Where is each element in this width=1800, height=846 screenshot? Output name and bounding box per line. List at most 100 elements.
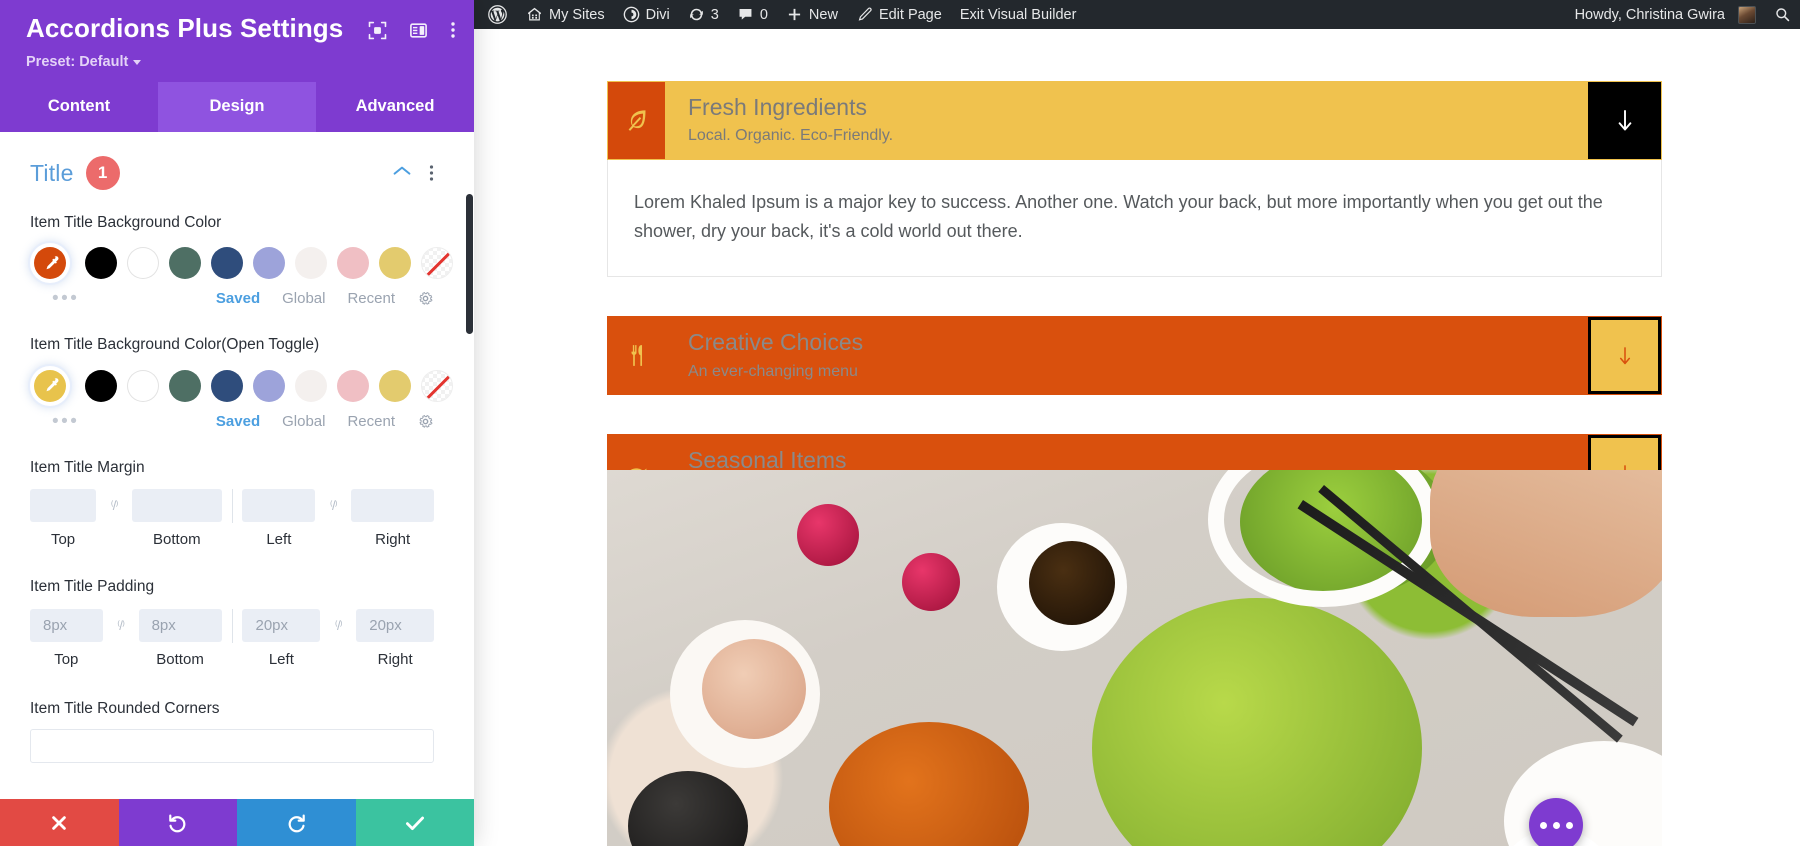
margin-left-input[interactable]: [242, 489, 316, 523]
more-options-icon[interactable]: •••: [52, 412, 79, 431]
color-swatch-none[interactable]: [421, 369, 453, 402]
adminbar-label-updates: 3: [710, 6, 719, 23]
kebab-menu-icon[interactable]: [429, 164, 434, 182]
tab-content[interactable]: Content: [0, 82, 158, 132]
padding-bottom-input[interactable]: 8px: [138, 608, 222, 642]
chevron-up-icon[interactable]: [393, 164, 411, 182]
visual-builder-canvas: Fresh Ingredients Local. Organic. Eco-Fr…: [474, 29, 1800, 846]
padding-vertical-group: 8px Top ⁽/⁾ 8px Bottom: [30, 608, 222, 668]
margin-right-input[interactable]: [351, 489, 435, 523]
adminbar-item-comments[interactable]: 0: [728, 0, 777, 29]
adminbar-item-new[interactable]: New: [777, 0, 847, 29]
color-swatch-navy[interactable]: [211, 247, 243, 280]
adminbar-item-updates[interactable]: 3: [679, 0, 728, 29]
accordion-title-creative-choices[interactable]: Creative Choices An ever-changing menu: [607, 316, 1662, 396]
section-header-title[interactable]: Title 1: [30, 156, 434, 190]
focus-frame-icon[interactable]: [368, 21, 387, 45]
tab-saved-colors[interactable]: Saved: [216, 290, 260, 307]
color-swatch-navy[interactable]: [211, 369, 243, 402]
page-title: Accordions Plus Settings: [26, 13, 344, 43]
padding-top-caption: Top: [54, 650, 79, 668]
color-swatch-offwhite[interactable]: [295, 369, 327, 402]
selected-color-swatch[interactable]: [34, 247, 66, 280]
padding-right-caption: Right: [377, 650, 413, 668]
color-swatch-none[interactable]: [421, 247, 453, 280]
color-swatch-pink[interactable]: [337, 247, 369, 280]
discard-button[interactable]: [0, 799, 119, 846]
sites-icon: [526, 6, 543, 23]
check-icon: [405, 816, 424, 830]
adminbar-item-my-sites[interactable]: My Sites: [517, 0, 614, 29]
selected-color-swatch[interactable]: [34, 369, 66, 402]
color-swatch-pink[interactable]: [337, 369, 369, 402]
spacing-group-margin: Top ⁽/⁾ Bottom Left ⁽/⁾ Right: [30, 489, 435, 549]
preset-selector[interactable]: Preset: Default: [26, 54, 456, 70]
ellipsis-dot: [1552, 821, 1560, 829]
pencil-icon: [856, 6, 873, 23]
accordion-toggle-creative-choices[interactable]: [1588, 317, 1661, 395]
color-swatch-gold[interactable]: [379, 247, 411, 280]
padding-top-input[interactable]: 8px: [30, 608, 103, 642]
leaf-icon: [608, 82, 665, 159]
adminbar-item-search[interactable]: [1765, 0, 1800, 29]
link-sync-icon[interactable]: ⁽/⁾: [320, 609, 356, 634]
padding-left-input[interactable]: 20px: [242, 608, 321, 642]
tab-recent-colors[interactable]: Recent: [347, 290, 395, 307]
comment-icon: [737, 6, 754, 23]
color-swatch-green[interactable]: [169, 369, 201, 402]
color-swatch-white[interactable]: [127, 247, 159, 280]
color-swatch-green[interactable]: [169, 247, 201, 280]
accordion-toggle-fresh-ingredients[interactable]: [1588, 82, 1661, 159]
margin-top-input[interactable]: [30, 489, 97, 523]
redo-icon: [288, 814, 306, 832]
panel-scrollbar-thumb[interactable]: [466, 194, 473, 334]
plus-icon: [786, 6, 803, 23]
color-swatch-black[interactable]: [85, 247, 117, 280]
save-button[interactable]: [355, 799, 474, 846]
panel-footer-actions: [0, 799, 474, 846]
hand: [1429, 470, 1662, 618]
search-icon: [1774, 6, 1791, 23]
color-swatch-gold[interactable]: [379, 369, 411, 402]
panel-header-icons: [368, 14, 456, 45]
spacing-divider: [231, 608, 233, 643]
adminbar-item-edit-page[interactable]: Edit Page: [847, 0, 951, 29]
more-options-icon[interactable]: •••: [52, 289, 79, 308]
padding-right-input[interactable]: 20px: [356, 608, 435, 642]
undo-button[interactable]: [118, 799, 237, 846]
color-swatch-periwinkle[interactable]: [253, 247, 285, 280]
visual-builder-fab[interactable]: [1529, 798, 1583, 846]
wp-admin-bar: My Sites Divi 3 0 New Edit Page Exit Vis…: [474, 0, 1800, 29]
redo-button[interactable]: [237, 799, 356, 846]
adminbar-item-howdy[interactable]: Howdy, Christina Gwira: [1566, 0, 1765, 29]
color-swatch-black[interactable]: [85, 369, 117, 402]
color-swatch-periwinkle[interactable]: [253, 369, 285, 402]
link-sync-icon[interactable]: ⁽/⁾: [96, 489, 132, 514]
layout-panel-icon[interactable]: [409, 21, 428, 45]
accordion-module: Fresh Ingredients Local. Organic. Eco-Fr…: [607, 81, 1662, 514]
gear-icon[interactable]: [417, 413, 434, 430]
tab-design[interactable]: Design: [158, 82, 316, 132]
margin-bottom-input[interactable]: [132, 489, 222, 523]
color-swatch-white[interactable]: [127, 369, 159, 402]
link-sync-icon[interactable]: ⁽/⁾: [315, 489, 351, 514]
adminbar-item-divi[interactable]: Divi: [614, 0, 679, 29]
field-label-item-title-margin: Item Title Margin: [30, 458, 145, 476]
gear-icon[interactable]: [417, 290, 434, 307]
tab-global-colors[interactable]: Global: [282, 290, 325, 307]
tab-advanced[interactable]: Advanced: [316, 82, 474, 132]
tab-global-colors[interactable]: Global: [282, 413, 325, 430]
accordion-title-fresh-ingredients[interactable]: Fresh Ingredients Local. Organic. Eco-Fr…: [607, 81, 1662, 160]
panel-scrollbar[interactable]: [466, 132, 474, 799]
margin-bottom-caption: Bottom: [153, 531, 201, 549]
link-sync-icon[interactable]: ⁽/⁾: [103, 609, 139, 634]
color-swatch-offwhite[interactable]: [295, 247, 327, 280]
tab-saved-colors[interactable]: Saved: [216, 413, 260, 430]
adminbar-item-exit-visual-builder[interactable]: Exit Visual Builder: [951, 0, 1086, 29]
kebab-menu-icon[interactable]: [450, 20, 456, 45]
tab-recent-colors[interactable]: Recent: [347, 413, 395, 430]
adminbar-item-wp-logo[interactable]: [474, 0, 517, 29]
close-icon: [52, 815, 67, 830]
rounded-corners-control[interactable]: [30, 728, 434, 763]
color-swatches-item-title-background-color: [30, 247, 453, 280]
